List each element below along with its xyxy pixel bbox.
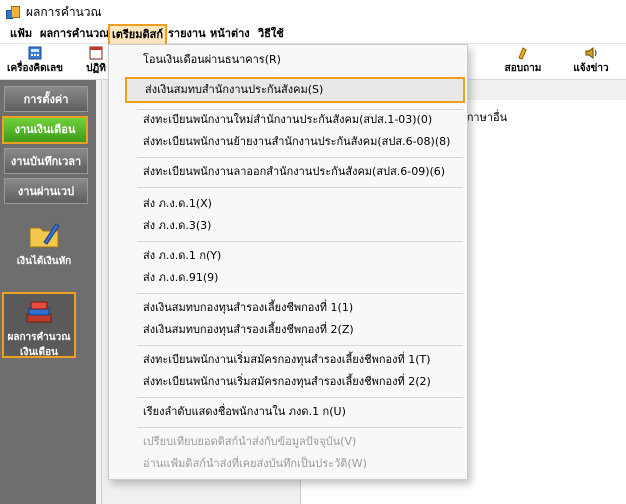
payroll-results-label-2: เงินเดือน bbox=[20, 347, 58, 358]
menu-item-sps-6-08[interactable]: ส่งทะเบียนพนักงานย้ายงานสำนักงานประกันสั… bbox=[109, 131, 467, 153]
sidebar-item-timekeeping[interactable]: งานบันทึกเวลา bbox=[4, 148, 88, 174]
payroll-results-label-1: ผลการคำนวณ bbox=[7, 332, 71, 343]
menu-help[interactable]: วิธีใช้ bbox=[256, 26, 286, 42]
calendar-button[interactable]: ปฏิทิ bbox=[82, 46, 110, 78]
inquiry-label: สอบถาม bbox=[504, 63, 542, 74]
menu-separator bbox=[137, 427, 463, 428]
menu-item-provident-register-2[interactable]: ส่งทะเบียนพนักงานเริ่มสมัครกองทุนสำรองเล… bbox=[109, 371, 467, 393]
menu-bar: แฟ้ม ผลการคำนวณ เตรียมดิสก์ รายงาน หน้าต… bbox=[0, 24, 626, 46]
menu-item-pnd-3[interactable]: ส่ง ภ.ง.ด.3(3) bbox=[109, 215, 467, 237]
menu-window[interactable]: หน้าต่าง bbox=[208, 26, 252, 42]
menu-separator bbox=[137, 293, 463, 294]
menu-item-provident-fund-1[interactable]: ส่งเงินสมทบกองทุนสำรองเลี้ยงชีพกองที่ 1(… bbox=[109, 297, 467, 319]
sidebar-item-settings[interactable]: การตั้งค่า bbox=[4, 86, 88, 112]
menu-item-read-disk-history[interactable]: อ่านแฟ้มดิสก์นำส่งที่เคยส่งบันทึกเป็นประ… bbox=[109, 453, 467, 475]
calculator-label: เครื่องคิดเลข bbox=[7, 63, 63, 74]
menu-separator bbox=[137, 187, 463, 188]
sidebar-item-payroll[interactable]: งานเงินเดือน bbox=[2, 116, 88, 144]
speaker-icon bbox=[585, 47, 597, 59]
inquiry-button[interactable]: สอบถาม bbox=[500, 46, 546, 78]
menu-item-bank-transfer[interactable]: โอนเงินเดือนผ่านธนาคาร(R) bbox=[109, 49, 467, 71]
menu-file[interactable]: แฟ้ม bbox=[8, 26, 34, 42]
window-title: ผลการคำนวณ bbox=[26, 4, 102, 19]
announce-label: แจ้งข่าว bbox=[573, 63, 609, 74]
menu-item-pnd-1[interactable]: ส่ง ภ.ง.ด.1(X) bbox=[109, 193, 467, 215]
menu-item-provident-fund-2[interactable]: ส่งเงินสมทบกองทุนสำรองเลี้ยงชีพกองที่ 2(… bbox=[109, 319, 467, 341]
menu-calc-results[interactable]: ผลการคำนวณ bbox=[38, 26, 111, 42]
menu-item-pnd-91[interactable]: ส่ง ภ.ง.ด.91(9) bbox=[109, 267, 467, 289]
left-panel: การตั้งค่า งานเงินเดือน งานบันทึกเวลา งา… bbox=[0, 80, 96, 504]
menu-separator bbox=[137, 241, 463, 242]
menu-separator bbox=[137, 397, 463, 398]
calculator-button[interactable]: เครื่องคิดเลข bbox=[4, 46, 66, 78]
menu-item-compare-disk[interactable]: เปรียบเทียบยอดดิสก์นำส่งกับข้อมูลปัจจุบั… bbox=[109, 431, 467, 453]
menu-prepare-disk[interactable]: เตรียมดิสก์ bbox=[108, 24, 168, 46]
question-icon bbox=[518, 47, 527, 60]
app-icon bbox=[6, 4, 22, 20]
calendar-icon bbox=[89, 46, 103, 60]
menu-item-sps-1-03[interactable]: ส่งทะเบียนพนักงานใหม่สำนักงานประกันสังคม… bbox=[109, 109, 467, 131]
sidebar-item-web[interactable]: งานผ่านเวป bbox=[4, 178, 88, 204]
books-icon bbox=[21, 300, 57, 326]
calendar-label: ปฏิทิ bbox=[86, 63, 106, 74]
income-deduction-label: เงินได้เงินหัก bbox=[16, 256, 72, 267]
payroll-results-button[interactable]: ผลการคำนวณ เงินเดือน bbox=[2, 292, 76, 358]
folder-pencil-icon bbox=[26, 220, 62, 250]
income-deduction-button[interactable]: เงินได้เงินหัก bbox=[6, 220, 82, 269]
menu-item-sps-6-09[interactable]: ส่งทะเบียนพนักงานลาออกสำนักงานประกันสังค… bbox=[109, 161, 467, 183]
menu-item-social-security-contribution[interactable]: ส่งเงินสมทบสำนักงานประกันสังคม(S) bbox=[125, 77, 465, 103]
menu-separator bbox=[137, 345, 463, 346]
prepare-disk-dropdown: โอนเงินเดือนผ่านธนาคาร(R) ส่งเงินสมทบสำน… bbox=[108, 44, 468, 480]
menu-item-provident-register-1[interactable]: ส่งทะเบียนพนักงานเริ่มสมัครกองทุนสำรองเล… bbox=[109, 349, 467, 371]
calculator-icon bbox=[28, 46, 42, 60]
menu-separator bbox=[137, 157, 463, 158]
menu-item-sort-pnd-1k[interactable]: เรียงลำดับแสดงชื่อพนักงานใน ภงด.1 ก(U) bbox=[109, 401, 467, 423]
menu-report[interactable]: รายงาน bbox=[166, 26, 208, 42]
menu-item-pnd-1k[interactable]: ส่ง ภ.ง.ด.1 ก(Y) bbox=[109, 245, 467, 267]
announce-button[interactable]: แจ้งข่าว bbox=[568, 46, 614, 78]
title-bar: ผลการคำนวณ bbox=[0, 0, 626, 24]
